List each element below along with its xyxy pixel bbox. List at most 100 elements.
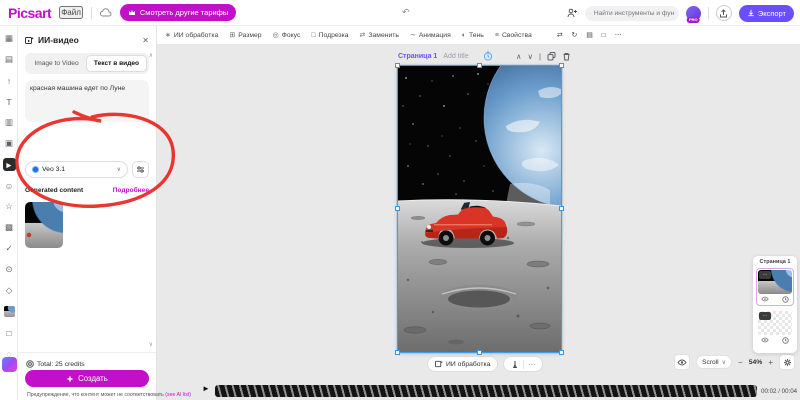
toolbar-properties-button[interactable]: ≡ Свойства [495,32,532,39]
controls-divider: | [539,52,541,61]
sidebar-tool-effects-icon[interactable]: ⊙ [3,263,16,276]
toolbar-focus-button[interactable]: ◎ Фокус [273,31,301,39]
timeline-filmstrip[interactable] [215,385,757,397]
resize-icon: ⊞ [229,31,235,39]
zoom-out-button[interactable]: − [738,358,743,367]
ai-assistant-icon[interactable] [2,357,17,372]
resize-handle-top-right[interactable] [559,63,564,68]
resize-handle-top-left[interactable] [395,63,400,68]
upgrade-plans-button[interactable]: Смотреть другие тарифы [120,4,236,21]
tab-image-to-video[interactable]: Image to Video [27,55,86,72]
duration-timer-icon[interactable] [483,51,493,61]
toolbar-shadow-button[interactable]: ◐ Тень [462,32,484,39]
layer-empty-card[interactable]: ⋯ [756,309,794,347]
undo-button[interactable]: ↶ [402,7,410,18]
more-actions-icon[interactable]: ··· [528,361,535,368]
zoom-in-button[interactable]: + [768,358,773,367]
object-toolbar: ∗ ИИ обработка ⊞ Размер ◎ Фокус □ Подрез… [157,26,800,45]
resize-handle-left[interactable] [395,206,400,211]
page-label[interactable]: Страница 1 [398,53,437,60]
top-header: Picsart Файл Смотреть другие тарифы ↶ PR… [0,0,800,26]
sidebar-tool-video-icon[interactable]: ► [3,158,16,171]
canvas-ai-edit-button[interactable]: ИИ обработка [435,360,490,368]
resize-handle-bottom-right[interactable] [559,350,564,355]
file-menu[interactable]: Файл [59,6,83,19]
sidebar-tool-photos-icon[interactable]: ▣ [3,137,16,150]
header-right-group: PRO Экспорт [567,0,794,26]
preview-eye-icon[interactable] [674,354,690,370]
export-button[interactable]: Экспорт [739,5,794,22]
panel-scroll-down[interactable]: ∨ [149,341,153,348]
details-link[interactable]: Подробнее [113,187,149,194]
sidebar-tool-text-icon[interactable]: T [3,95,16,108]
invite-user-icon[interactable] [567,8,578,18]
panel-scroll-up[interactable]: ∧ [149,52,153,59]
search-input[interactable] [594,10,674,17]
sidebar-tool-pages-icon[interactable]: □ [3,326,16,339]
resize-handle-right[interactable] [559,206,564,211]
canvas-video-frame[interactable] [398,66,561,352]
layer-drag-handle-2[interactable]: ⋯ [759,312,771,320]
timecode: 00:02 / 00:04 [761,388,797,395]
sidebar-tool-collage-icon[interactable]: ▦ [3,32,16,45]
layer-video-thumb: ⋯ [758,270,792,294]
more-options-icon[interactable]: ⋯ [615,31,622,39]
move-down-icon[interactable]: ∨ [528,52,534,61]
sidebar-tool-draw-icon[interactable]: ✓ [3,242,16,255]
add-title-button[interactable]: Add title [443,53,468,60]
layer-visibility-icon[interactable] [761,296,769,303]
canvas-action-pill: ИИ обработка [427,356,498,372]
model-select[interactable]: Veo 3.1 ∨ [25,161,128,178]
ai-video-panel: ИИ-видео ✕ ∧ Image to Video Текст в виде… [18,26,157,400]
move-up-icon[interactable]: ∧ [516,52,522,61]
flip-icon[interactable]: ⇄ [557,31,563,39]
sidebar-tool-templates-icon[interactable]: ▤ [3,53,16,66]
toolbar-replace-button[interactable]: ⇄ Заменить [360,31,399,39]
sidebar-tool-background-icon[interactable]: ▩ [3,221,16,234]
ai-list-link[interactable]: (see AI list) [165,392,191,398]
image-thumbnail [4,306,15,317]
resize-handle-bottom[interactable] [477,350,482,355]
create-button[interactable]: Создать [25,370,149,387]
sidebar-tool-elements-icon[interactable]: ☆ [3,200,16,213]
ai-video-icon [25,36,34,45]
play-button[interactable]: ► [202,384,210,393]
delete-icon[interactable] [562,52,571,61]
zoom-level[interactable]: 54% [749,359,763,366]
toolbar-animation-button[interactable]: ∼ Анимация [410,31,451,39]
tab-text-to-video[interactable]: Текст в видео [86,55,147,72]
view-settings-icon[interactable] [779,354,795,370]
resize-handle-bottom-left[interactable] [395,350,400,355]
ai-disclaimer: Предупреждение, что контент может не соо… [27,392,177,398]
resize-handle-top[interactable] [477,63,482,68]
layer-visibility-icon-2[interactable] [761,337,769,344]
sidebar-tool-stickers-icon[interactable]: ☺ [3,179,16,192]
toolbar-trim-button[interactable]: □ Подрезка [311,32,348,39]
avatar[interactable]: PRO [686,6,701,21]
layers-icon[interactable]: ▤ [586,31,592,39]
search-bar[interactable] [585,6,679,21]
sidebar-tool-upload-icon[interactable]: ↑ [3,74,16,87]
frame-icon[interactable]: □ [602,31,606,39]
sidebar-tool-image-icon[interactable] [3,305,16,318]
sidebar-tool-layouts-icon[interactable]: ▥ [3,116,16,129]
toolbar-resize-button[interactable]: ⊞ Размер [229,31,261,39]
layer-duration-icon-2[interactable] [782,337,789,344]
pen-tool-icon[interactable] [511,360,519,369]
duplicate-icon[interactable] [547,52,556,61]
cloud-sync-icon[interactable] [100,8,112,18]
scroll-mode-select[interactable]: Scroll ∨ [696,355,732,369]
layer-duration-icon[interactable] [782,296,789,303]
prompt-input[interactable]: красная машина едет по Луне [25,80,149,122]
share-button[interactable] [716,5,732,21]
toolbar-ai-edit-button[interactable]: ∗ ИИ обработка [165,31,218,39]
ai-edit-icon [435,360,443,368]
model-settings-button[interactable] [132,161,149,178]
layer-video-card[interactable]: ⋯ [756,268,794,306]
close-icon[interactable]: ✕ [142,36,149,45]
layer-drag-handle[interactable]: ⋯ [759,271,771,279]
sidebar-tool-shapes-icon[interactable]: ◇ [3,284,16,297]
generated-video-thumbnail[interactable] [25,202,63,248]
rotate-icon[interactable]: ↻ [572,31,578,39]
header-divider [91,7,92,19]
